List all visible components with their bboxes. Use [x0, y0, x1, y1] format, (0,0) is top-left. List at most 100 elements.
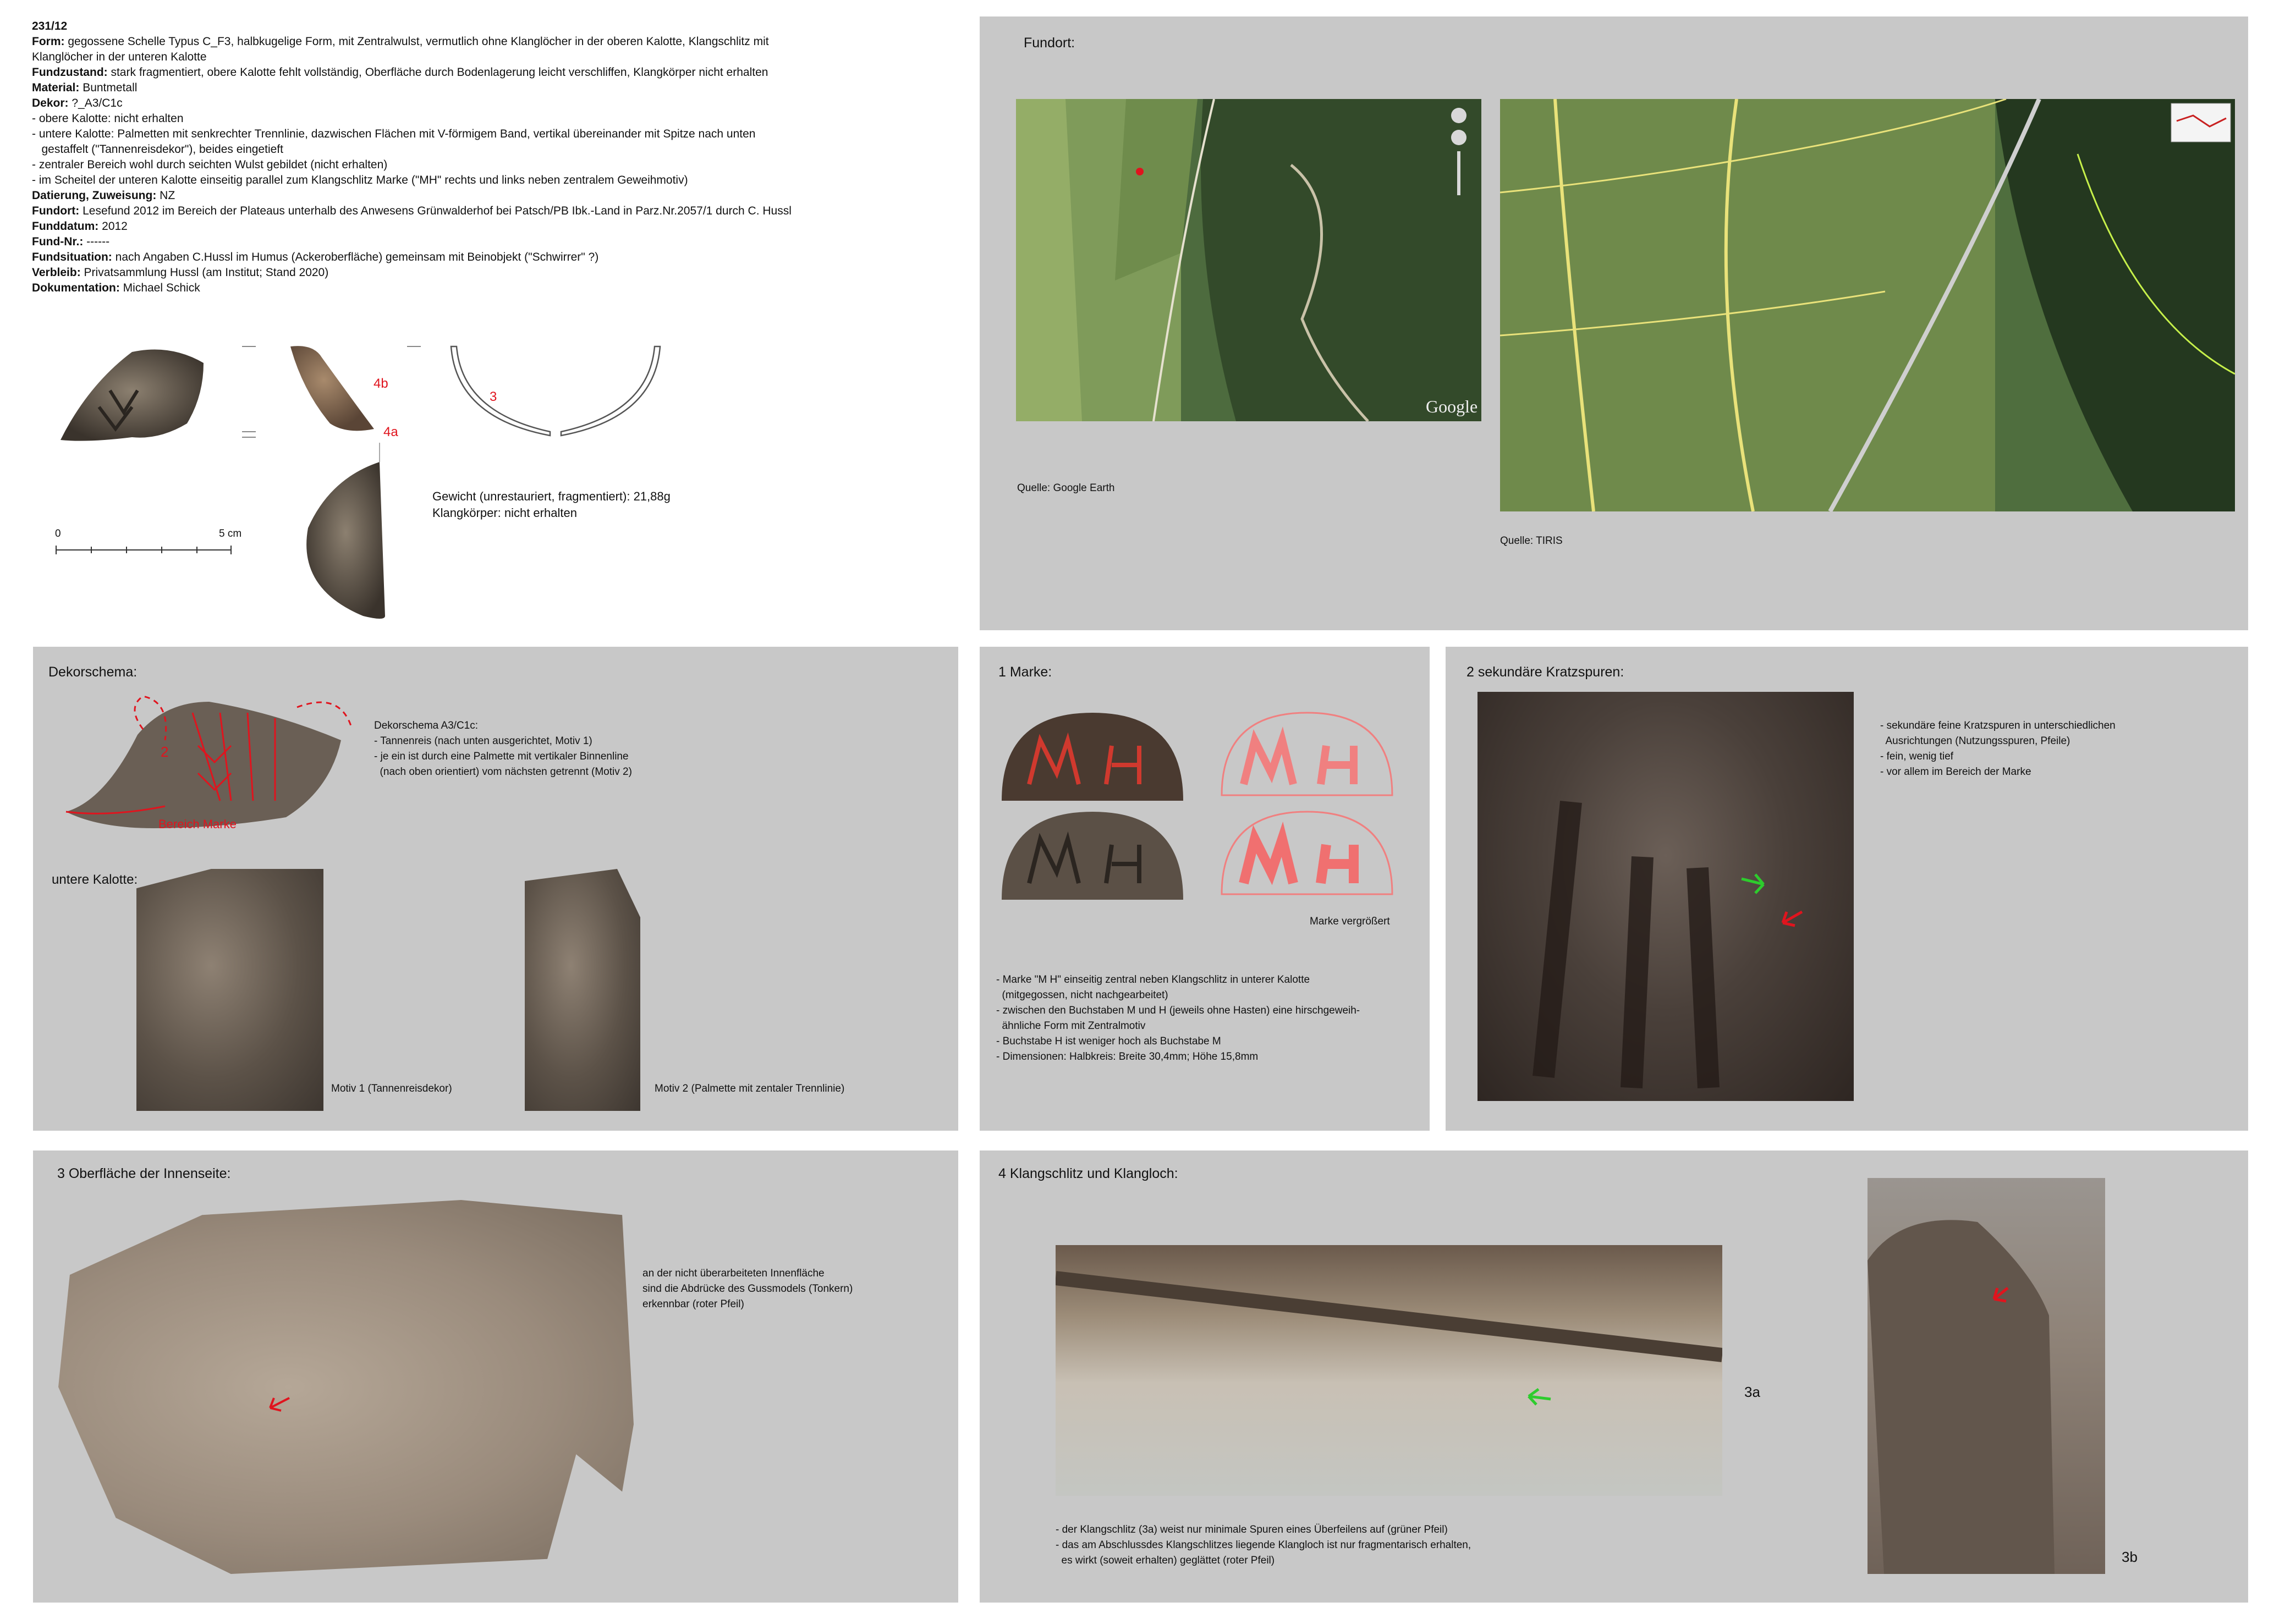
record-key: Dekor:: [32, 97, 69, 109]
caption-line: - sekundäre feine Kratzspuren in untersc…: [1880, 720, 2116, 731]
record-value: Lesefund 2012 im Bereich der Plateaus un…: [79, 205, 792, 217]
green-arrow-icon: [1528, 1388, 1551, 1406]
klangschlitz-photo-3a: [1056, 1245, 1722, 1496]
record-value: - untere Kalotte: Palmetten mit senkrech…: [32, 128, 756, 140]
innen-photo: [58, 1200, 634, 1574]
caption-line: - Dimensionen: Halbkreis: Breite 30,4mm;…: [996, 1051, 1259, 1063]
record-row: Verbleib: Privatsammlung Hussl (am Insti…: [32, 265, 967, 280]
record-value: ?_A3/C1c: [68, 97, 123, 109]
marke-enlarged-label: Marke vergrößert: [1310, 916, 1390, 927]
record-value: - zentraler Bereich wohl durch seichten …: [32, 158, 388, 171]
dekor-label-bereich: Bereich Marke: [158, 817, 237, 831]
record-value: Privatsammlung Hussl (am Institut; Stand…: [80, 266, 329, 279]
record-value: nach Angaben C.Hussl im Humus (Ackerober…: [112, 251, 599, 263]
klang-title: 4 Klangschlitz und Klangloch:: [998, 1166, 1178, 1181]
marke-caption: - Marke "M H" einseitig zentral neben Kl…: [996, 972, 1360, 1065]
record-key: Dokumentation:: [32, 282, 120, 294]
record-value: 2012: [98, 220, 128, 233]
panel-kratzspuren: 2 sekundäre Kratzspuren: - sekundäre fei…: [1446, 647, 2248, 1131]
klang-caption: - der Klangschlitz (3a) weist nur minima…: [1056, 1522, 1471, 1568]
record-value: gegossene Schelle Typus C_F3, halbkugeli…: [64, 35, 769, 48]
record-row: - im Scheitel der unteren Kalotte einsei…: [32, 173, 967, 188]
panel-innenseite: 3 Oberfläche der Innenseite: an der nich…: [33, 1150, 958, 1603]
caption-line: ähnliche Form mit Zentralmotiv: [996, 1020, 1146, 1032]
record-key: Fund-Nr.:: [32, 235, 84, 248]
marke-title: 1 Marke:: [998, 664, 1052, 680]
caption-line: - vor allem im Bereich der Marke: [1880, 766, 2031, 778]
record-row: Dokumentation: Michael Schick: [32, 280, 967, 296]
dekor-title: Dekorschema:: [48, 664, 138, 680]
record-value: stark fragmentiert, obere Kalotte fehlt …: [107, 66, 768, 79]
record-value: Buntmetall: [79, 81, 138, 94]
google-logo: Google: [1426, 397, 1477, 416]
motiv2-photo: [525, 869, 640, 1111]
caption-line: Dekorschema A3/C1c:: [374, 720, 479, 731]
caption-line: erkennbar (roter Pfeil): [642, 1298, 744, 1310]
record-row: Funddatum: 2012: [32, 219, 967, 234]
record-value: Klanglöcher in der unteren Kalotte: [32, 51, 207, 63]
caption-line: - das am Abschlussdes Klangschlitzes lie…: [1056, 1539, 1471, 1551]
caption-line: an der nicht überarbeiteten Innenfläche: [642, 1268, 825, 1279]
caption-line: - zwischen den Buchstaben M und H (jewei…: [996, 1005, 1360, 1016]
marke-photos: [1002, 713, 1183, 900]
record-key: Material:: [32, 81, 80, 94]
source-tiris: Quelle: TIRIS: [1500, 535, 1563, 547]
label-3a: 3a: [1744, 1384, 1760, 1400]
source-google-earth: Quelle: Google Earth: [1017, 482, 1115, 494]
dekor-label-2: 2: [161, 744, 169, 760]
caption-line: (nach oben orientiert) vom nächsten getr…: [374, 766, 632, 778]
record-value: Michael Schick: [119, 282, 200, 294]
panel-klangschlitz: 4 Klangschlitz und Klangloch: 3a 3b - de…: [980, 1150, 2248, 1603]
record-row: Fundzustand: stark fragmentiert, obere K…: [32, 65, 967, 80]
caption-line: (mitgegossen, nicht nachgearbeitet): [996, 989, 1168, 1001]
fundort-title: Fundort:: [1024, 35, 1075, 51]
kratz-photo: [1477, 692, 1854, 1101]
dekor-caption: Dekorschema A3/C1c: - Tannenreis (nach un…: [374, 718, 632, 780]
caption-line: sind die Abdrücke des Gussmodels (Tonker…: [642, 1283, 853, 1295]
record-key: Fundzustand:: [32, 66, 108, 79]
label-4b: 4b: [373, 376, 388, 391]
record-key: Fundort:: [32, 205, 80, 217]
dekor-subtitle: untere Kalotte:: [52, 872, 138, 887]
label-4a: 4a: [383, 425, 398, 439]
record-row: - zentraler Bereich wohl durch seichten …: [32, 157, 967, 173]
record-row: gestaffelt ("Tannenreisdekor"), beides e…: [32, 142, 967, 157]
scale-start: 0: [55, 528, 61, 540]
record-value: NZ: [156, 189, 175, 202]
record-row: Datierung, Zuweisung: NZ: [32, 188, 967, 203]
record-row: - untere Kalotte: Palmetten mit senkrech…: [32, 126, 967, 142]
tiris-map: [1500, 99, 2235, 511]
caption-line: - der Klangschlitz (3a) weist nur minima…: [1056, 1524, 1448, 1535]
google-earth-map: Google: [1016, 99, 1481, 421]
label-3: 3: [490, 389, 497, 404]
klangloch-photo-3b: [1867, 1178, 2105, 1574]
record-row: Form: gegossene Schelle Typus C_F3, halb…: [32, 34, 967, 49]
motiv2-label: Motiv 2 (Palmette mit zentaler Trennlini…: [655, 1083, 845, 1094]
find-record: 231/12 Form: gegossene Schelle Typus C_F…: [32, 19, 967, 296]
kratz-title: 2 sekundäre Kratzspuren:: [1466, 664, 1624, 680]
caption-line: - fein, wenig tief: [1880, 751, 1954, 762]
scale-end: 5 cm: [219, 528, 242, 540]
record-row: Fund-Nr.: ------: [32, 234, 967, 250]
record-value: - im Scheitel der unteren Kalotte einsei…: [32, 174, 688, 186]
record-rows: Form: gegossene Schelle Typus C_F3, halb…: [32, 34, 967, 296]
panel-marke: 1 Marke: Marke vergrößert - Marke "M H" …: [980, 647, 1430, 1131]
record-row: Klanglöcher in der unteren Kalotte: [32, 49, 967, 65]
caption-line: - Marke "M H" einseitig zentral neben Kl…: [996, 974, 1310, 986]
record-key: Verbleib:: [32, 266, 81, 279]
record-row: Material: Buntmetall: [32, 80, 967, 96]
weight-text: Gewicht (unrestauriert, fragmentiert): 2…: [432, 489, 671, 520]
kratz-caption: - sekundäre feine Kratzspuren in untersc…: [1880, 718, 2116, 780]
caption-line: Ausrichtungen (Nutzungsspuren, Pfeile): [1880, 735, 2070, 747]
motiv1-photo: [136, 869, 323, 1111]
panel-dekorschema: Dekorschema: 2 Bereich Marke Dekorschema…: [33, 647, 958, 1131]
record-row: Dekor: ?_A3/C1c: [32, 96, 967, 111]
record-value: gestaffelt ("Tannenreisdekor"), beides e…: [32, 143, 283, 156]
record-value: - obere Kalotte: nicht erhalten: [32, 112, 184, 125]
marke-drawings: [1221, 712, 1393, 895]
caption-line: - Tannenreis (nach unten ausgerichtet, M…: [374, 735, 592, 747]
motiv1-label: Motiv 1 (Tannenreisdekor): [331, 1083, 452, 1094]
caption-line: - Buchstabe H ist weniger hoch als Buchs…: [996, 1036, 1221, 1047]
innen-title: 3 Oberfläche der Innenseite:: [57, 1166, 231, 1181]
record-value: ------: [83, 235, 110, 248]
